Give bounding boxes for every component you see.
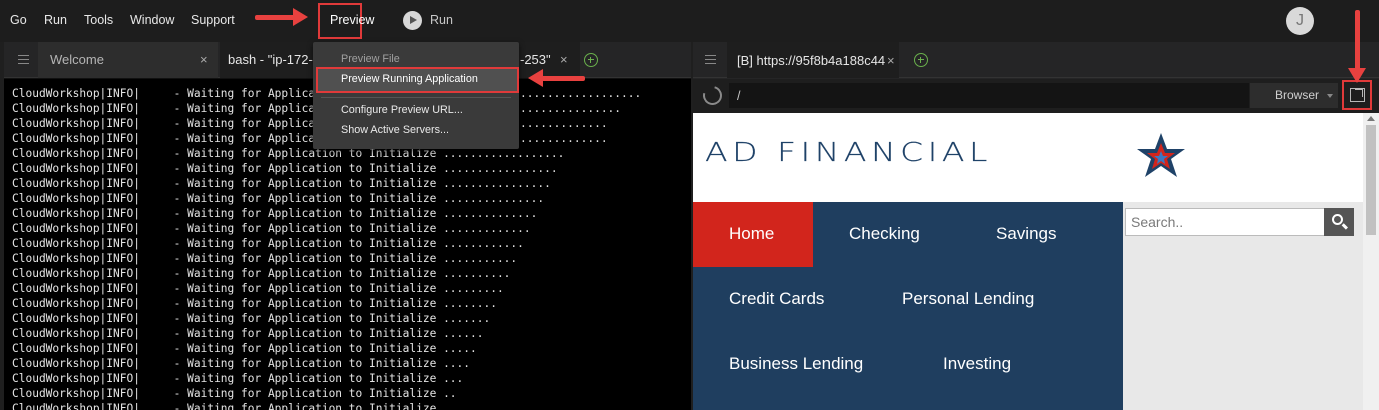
terminal-line: CloudWorkshop|INFO| - Waiting for Applic…: [12, 312, 491, 325]
terminal-overflow-dots: .................. ............... .....…: [520, 86, 641, 146]
menu-item-preview-running-application[interactable]: Preview Running Application: [341, 73, 478, 85]
scroll-up-icon[interactable]: [1367, 116, 1375, 121]
terminal-line: CloudWorkshop|INFO| - Waiting for Applic…: [12, 402, 450, 410]
menu-preview[interactable]: Preview: [330, 13, 374, 27]
tab-bash-label: bash - "ip-172-: [228, 52, 313, 67]
nav-home-label: Home: [729, 224, 775, 243]
add-tab-icon[interactable]: [914, 53, 928, 67]
terminal-line: CloudWorkshop|INFO| - Waiting for Applic…: [12, 237, 524, 250]
terminal-line: CloudWorkshop|INFO| - Waiting for Applic…: [12, 222, 531, 235]
url-input[interactable]: [729, 83, 1249, 108]
website-preview: AD FINANCIAL Home Checking Savings Credi…: [693, 113, 1363, 410]
site-search: [1123, 202, 1363, 410]
menu-divider: [321, 97, 511, 98]
nav-investing[interactable]: Investing: [943, 354, 1011, 374]
add-tab-icon[interactable]: [584, 53, 598, 67]
nav-credit-cards[interactable]: Credit Cards: [729, 289, 824, 309]
site-search-input[interactable]: [1125, 208, 1325, 236]
menu-run[interactable]: Run: [44, 13, 67, 27]
tab-welcome[interactable]: Welcome ×: [38, 42, 218, 78]
website-scrollbar[interactable]: [1363, 113, 1379, 410]
menu-item-show-active-servers[interactable]: Show Active Servers...: [341, 124, 449, 136]
popout-icon: [1350, 88, 1365, 102]
nav-personal-lending[interactable]: Personal Lending: [902, 289, 1034, 309]
terminal-line: CloudWorkshop|INFO| - Waiting for Applic…: [12, 162, 558, 175]
terminal-line: CloudWorkshop|INFO| - Waiting for Applic…: [12, 297, 497, 310]
terminal-line: CloudWorkshop|INFO| - Waiting for Applic…: [12, 342, 477, 355]
tab-welcome-label: Welcome: [50, 52, 104, 67]
search-icon: [1332, 214, 1343, 225]
reload-icon[interactable]: [699, 82, 726, 109]
site-logo-text[interactable]: AD FINANCIAL: [705, 137, 992, 168]
scroll-thumb[interactable]: [1366, 125, 1376, 235]
site-nav: Home Checking Savings Credit Cards Perso…: [693, 202, 1123, 410]
terminal-line: CloudWorkshop|INFO| - Waiting for Applic…: [12, 207, 538, 220]
nav-checking[interactable]: Checking: [849, 224, 920, 244]
menubar: Go Run Tools Window Support Preview Run …: [0, 0, 1379, 83]
annotation-arrow-preview: [255, 8, 308, 26]
terminal-line: CloudWorkshop|INFO| - Waiting for Applic…: [12, 177, 551, 190]
browser-select[interactable]: Browser: [1250, 83, 1338, 108]
run-button-label: Run: [430, 13, 453, 27]
terminal-dots-row: .............: [520, 132, 608, 145]
terminal-line: CloudWorkshop|INFO| - Waiting for Applic…: [12, 372, 464, 385]
tab-welcome-close-icon[interactable]: ×: [200, 42, 208, 78]
menu-item-configure-preview-url[interactable]: Configure Preview URL...: [341, 104, 463, 116]
terminal-line: CloudWorkshop|INFO| - Waiting for Applic…: [12, 357, 471, 370]
star-logo-icon: [1137, 133, 1185, 177]
run-button[interactable]: Run: [403, 10, 463, 32]
browser-toolbar: Browser: [693, 79, 1379, 113]
right-pane-menu-icon[interactable]: [705, 55, 716, 64]
menu-tools[interactable]: Tools: [84, 13, 113, 27]
terminal-line: CloudWorkshop|INFO| - Waiting for Applic…: [12, 252, 518, 265]
annotation-arrow-popout: [1348, 10, 1366, 83]
terminal-line: CloudWorkshop|INFO| - Waiting for Applic…: [12, 327, 484, 340]
menu-go[interactable]: Go: [10, 13, 27, 27]
left-pane-menu-icon[interactable]: [18, 55, 29, 64]
popout-button-highlight[interactable]: [1342, 80, 1372, 110]
right-pane: [B] https://95f8b4a188c44 × Browser AD F…: [693, 42, 1379, 410]
nav-savings[interactable]: Savings: [996, 224, 1056, 244]
tab-browser-preview[interactable]: [B] https://95f8b4a188c44 ×: [727, 42, 899, 78]
nav-business-lending[interactable]: Business Lending: [729, 354, 863, 374]
tab-browser-label: [B] https://95f8b4a188c44: [737, 53, 886, 68]
terminal-dots-row: ..................: [520, 87, 642, 100]
tab-browser-close-icon[interactable]: ×: [887, 53, 895, 68]
site-search-button[interactable]: [1324, 208, 1354, 236]
annotation-arrow-preview-running: [528, 69, 585, 87]
menu-window[interactable]: Window: [130, 13, 174, 27]
terminal-dots-row: ...............: [520, 102, 622, 115]
terminal-line: CloudWorkshop|INFO| - Waiting for Applic…: [12, 192, 545, 205]
play-icon: [403, 11, 422, 30]
terminal-line: CloudWorkshop|INFO| - Waiting for Applic…: [12, 267, 511, 280]
avatar[interactable]: J: [1286, 7, 1314, 35]
terminal-line: CloudWorkshop|INFO| - Waiting for Applic…: [12, 387, 457, 400]
menu-support[interactable]: Support: [191, 13, 235, 27]
terminal-line: CloudWorkshop|INFO| - Waiting for Applic…: [12, 282, 504, 295]
preview-dropdown: Preview File Preview Running Application…: [313, 42, 519, 149]
terminal-dots-row: .............: [520, 117, 608, 130]
tab-bash-close-icon[interactable]: ×: [560, 42, 568, 78]
menu-item-preview-file[interactable]: Preview File: [341, 53, 400, 65]
right-tab-bar: [B] https://95f8b4a188c44 ×: [693, 42, 1379, 78]
nav-home[interactable]: Home: [693, 202, 813, 267]
